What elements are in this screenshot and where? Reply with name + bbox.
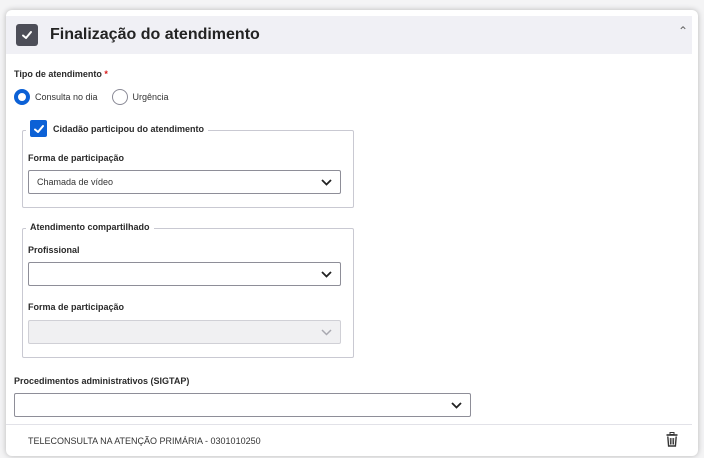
- procedimento-text: TELECONSULTA NA ATENÇÃO PRIMÁRIA - 03010…: [28, 435, 261, 446]
- participacao-legend: Cidadão participou do atendimento: [26, 120, 209, 137]
- tipo-atendimento-text: Tipo de atendimento: [14, 69, 102, 79]
- forma-participacao-value: Chamada de vídeo: [37, 177, 114, 187]
- section-title: Finalização do atendimento: [50, 26, 260, 43]
- radio-label-consulta[interactable]: Consulta no dia: [35, 92, 98, 102]
- section-header[interactable]: Finalização do atendimento ⌃: [6, 16, 692, 54]
- cidadao-participou-label[interactable]: Cidadão participou do atendimento: [53, 124, 204, 134]
- compartilhado-forma-label: Forma de participação: [28, 302, 125, 312]
- check-square-icon: [16, 24, 38, 46]
- required-mark: *: [104, 69, 108, 79]
- participacao-fieldset: [22, 130, 354, 208]
- chevron-down-icon: [312, 321, 340, 343]
- radio-urgencia[interactable]: [111, 89, 128, 105]
- chevron-down-icon[interactable]: [312, 263, 340, 285]
- profissional-select[interactable]: [28, 262, 341, 286]
- procedimentos-label: Procedimentos administrativos (SIGTAP): [14, 376, 190, 386]
- trash-icon[interactable]: [666, 432, 678, 449]
- forma-participacao-label: Forma de participação: [28, 153, 125, 163]
- tipo-atendimento-label: Tipo de atendimento *: [14, 69, 108, 79]
- procedimento-list-item: TELECONSULTA NA ATENÇÃO PRIMÁRIA - 03010…: [6, 424, 692, 456]
- atendimento-compartilhado-legend: Atendimento compartilhado: [26, 222, 154, 232]
- tipo-atendimento-radio-group: Consulta no dia Urgência: [14, 89, 183, 105]
- radio-consulta-no-dia[interactable]: [14, 89, 30, 105]
- radio-label-urgencia[interactable]: Urgência: [133, 92, 169, 102]
- forma-participacao-select[interactable]: Chamada de vídeo: [28, 170, 341, 194]
- chevron-down-icon[interactable]: [312, 171, 340, 193]
- compartilhado-forma-select: [28, 320, 341, 344]
- procedimentos-select[interactable]: [14, 393, 471, 417]
- chevron-down-icon[interactable]: [442, 394, 470, 416]
- collapse-icon[interactable]: ⌃: [678, 24, 688, 38]
- cidadao-participou-checkbox[interactable]: [30, 120, 47, 137]
- profissional-label: Profissional: [28, 245, 80, 255]
